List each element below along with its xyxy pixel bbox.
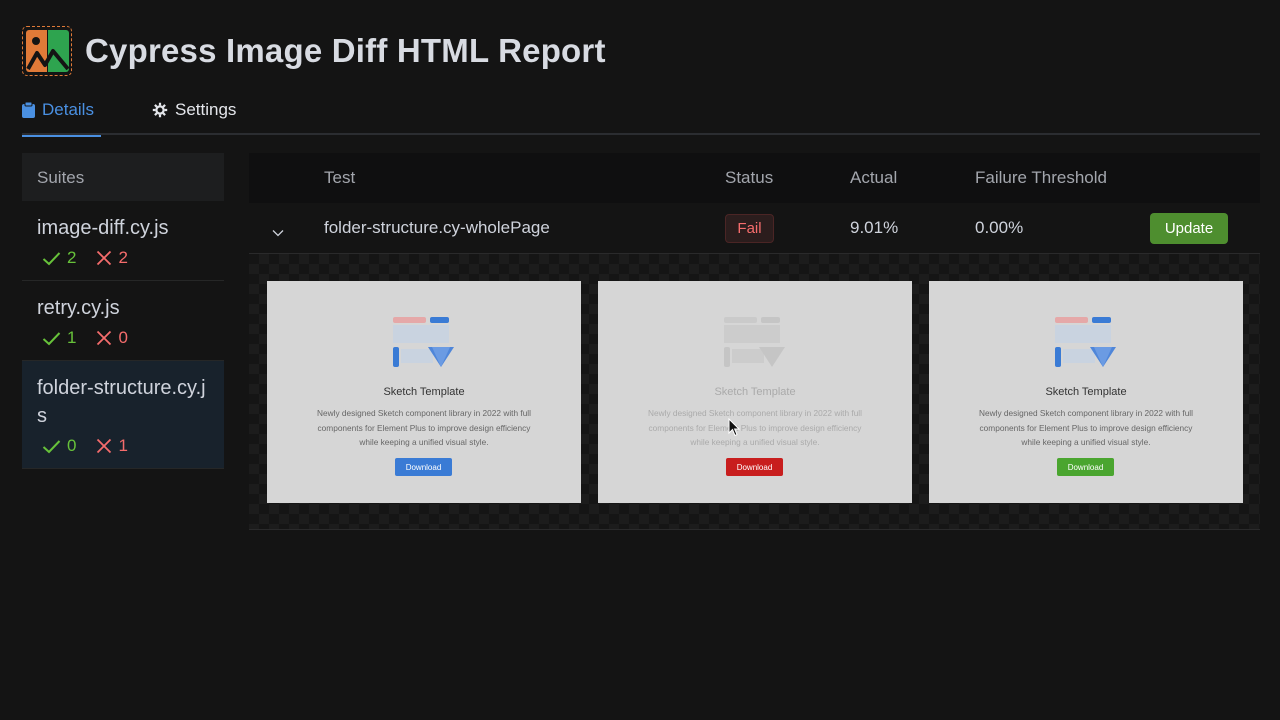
column-actual: Actual bbox=[850, 168, 898, 187]
pass-count: 0 bbox=[42, 436, 76, 456]
preview-description: Newly designed Sketch component library … bbox=[317, 408, 531, 447]
suite-item[interactable]: image-diff.cy.js 2 2 bbox=[22, 201, 224, 281]
test-name: folder-structure.cy-wholePage bbox=[324, 218, 550, 237]
pass-count: 1 bbox=[42, 328, 76, 348]
cross-icon bbox=[97, 330, 112, 346]
preview-title: Sketch Template bbox=[383, 386, 465, 398]
illustration-icon bbox=[1055, 317, 1116, 367]
suite-item[interactable]: retry.cy.js 1 0 bbox=[22, 281, 224, 361]
suites-sidebar: Suites image-diff.cy.js 2 2 retry.cy.js … bbox=[22, 153, 224, 469]
mouse-cursor-icon bbox=[728, 418, 740, 437]
app-logo bbox=[22, 26, 72, 76]
column-status: Status bbox=[725, 168, 774, 187]
fail-count: 0 bbox=[96, 328, 128, 348]
preview-title: Sketch Template bbox=[714, 386, 796, 398]
baseline-image[interactable]: Sketch Template Newly designed Sketch co… bbox=[267, 281, 581, 503]
preview-download-button: Download bbox=[1057, 458, 1114, 476]
suite-counts: 1 0 bbox=[37, 328, 209, 348]
app-header: Cypress Image Diff HTML Report bbox=[22, 26, 606, 76]
fail-count: 1 bbox=[96, 436, 128, 456]
tests-table: Test Status Actual Failure Threshold fol… bbox=[249, 153, 1260, 530]
preview-description: Newly designed Sketch component library … bbox=[979, 408, 1193, 447]
comparison-image[interactable]: Sketch Template Newly designed Sketch co… bbox=[929, 281, 1243, 503]
suite-name: retry.cy.js bbox=[37, 297, 120, 319]
suite-item-active[interactable]: folder-structure.cy.js 0 1 bbox=[22, 361, 224, 469]
diff-image[interactable]: Sketch Template Newly designed Sketch co… bbox=[598, 281, 912, 503]
suite-counts: 2 2 bbox=[37, 248, 209, 268]
column-threshold: Failure Threshold bbox=[975, 168, 1107, 187]
table-header: Test Status Actual Failure Threshold bbox=[249, 153, 1260, 203]
preview-description: Newly designed Sketch component library … bbox=[648, 408, 862, 447]
pass-count: 2 bbox=[42, 248, 76, 268]
tab-settings-label: Settings bbox=[175, 100, 237, 119]
check-icon bbox=[42, 439, 61, 453]
page-title: Cypress Image Diff HTML Report bbox=[85, 32, 606, 69]
tab-settings[interactable]: Settings bbox=[152, 94, 236, 135]
illustration-icon bbox=[724, 317, 785, 367]
clipboard-icon bbox=[22, 102, 35, 118]
cross-icon bbox=[97, 438, 112, 454]
image-comparison: Sketch Template Newly designed Sketch co… bbox=[249, 254, 1260, 530]
suite-name: folder-structure.cy.js bbox=[37, 377, 206, 427]
status-badge: Fail bbox=[725, 214, 774, 243]
tab-details[interactable]: Details bbox=[22, 94, 101, 137]
suite-counts: 0 1 bbox=[37, 436, 209, 456]
threshold-value: 0.00% bbox=[975, 218, 1024, 237]
suite-name: image-diff.cy.js bbox=[37, 217, 169, 239]
column-test: Test bbox=[324, 168, 356, 187]
preview-download-button: Download bbox=[395, 458, 452, 476]
check-icon bbox=[42, 251, 61, 265]
preview-title: Sketch Template bbox=[1045, 386, 1127, 398]
cross-icon bbox=[97, 250, 112, 266]
fail-count: 2 bbox=[96, 248, 128, 268]
tab-bar: Details Settings bbox=[22, 94, 1260, 137]
actual-value: 9.01% bbox=[850, 218, 899, 237]
gear-icon bbox=[152, 102, 168, 118]
illustration-icon bbox=[393, 317, 454, 367]
check-icon bbox=[42, 331, 61, 345]
chevron-down-icon[interactable] bbox=[272, 222, 284, 242]
preview-download-button: Download bbox=[726, 458, 783, 476]
table-row: folder-structure.cy-wholePage Fail 9.01%… bbox=[249, 203, 1260, 254]
tab-details-label: Details bbox=[42, 100, 94, 119]
suites-header: Suites bbox=[22, 153, 224, 201]
update-button[interactable]: Update bbox=[1150, 213, 1228, 244]
